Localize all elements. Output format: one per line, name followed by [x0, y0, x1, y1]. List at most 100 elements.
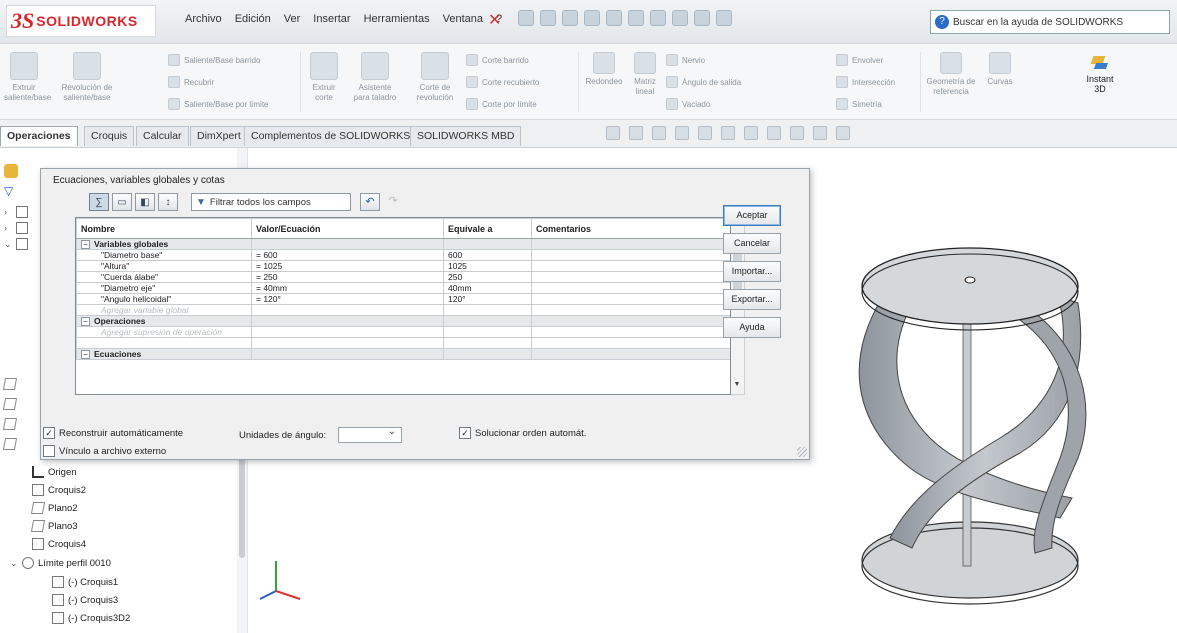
tab-croquis[interactable]: Croquis — [84, 126, 135, 146]
ordered-view-button[interactable]: ↕ — [158, 193, 178, 211]
tree-row-2[interactable]: › — [4, 222, 28, 234]
fillet-button[interactable]: Redondeo — [584, 52, 624, 87]
tree-row-3[interactable]: ⌄ — [4, 238, 28, 250]
menu-herramientas[interactable]: Herramientas — [364, 13, 430, 25]
help-button[interactable]: Ayuda — [723, 317, 781, 338]
save-icon[interactable] — [584, 10, 600, 26]
import-button[interactable]: Importar... — [723, 261, 781, 282]
pin-icon[interactable]: ✕ — [488, 10, 501, 30]
hide-show-icon[interactable] — [744, 126, 758, 140]
tree-item-origen[interactable]: Origen — [32, 466, 77, 478]
revolve-boss-button[interactable]: Revolución de saliente/base — [58, 52, 116, 103]
intersect-button[interactable]: Intersección — [836, 76, 895, 88]
collapse-icon[interactable]: − — [81, 350, 90, 359]
tree-item-croquis4[interactable]: Croquis4 — [32, 538, 86, 550]
undo-icon[interactable] — [628, 10, 644, 26]
tree-row-1[interactable]: › — [4, 206, 28, 218]
tab-complementos[interactable]: Complementos de SOLIDWORKS — [244, 126, 418, 146]
comment-cell[interactable] — [531, 271, 730, 283]
sketch-equation-view-button[interactable]: ▭ — [112, 193, 132, 211]
variable-name-cell[interactable]: "Diametro eje" — [76, 282, 252, 294]
equation-view-button[interactable]: ∑ — [89, 193, 109, 211]
external-link-checkbox[interactable] — [43, 445, 55, 457]
table-row[interactable]: "Cuerda álabe" = 250 250 — [76, 271, 730, 283]
tree-item-croquis3[interactable]: (-) Croquis3 — [52, 594, 118, 606]
file-properties-icon[interactable] — [694, 10, 710, 26]
tree-row-5[interactable] — [2, 398, 18, 410]
section-global-variables[interactable]: − Variables globales — [76, 238, 730, 250]
zoom-area-icon[interactable] — [629, 126, 643, 140]
table-row[interactable]: "Angulo helicoidal" = 120° 120° — [76, 293, 730, 305]
value-cell[interactable]: = 600 — [251, 249, 444, 261]
tree-item-plano2[interactable]: Plano2 — [30, 502, 78, 514]
options-icon[interactable] — [716, 10, 732, 26]
filter-tree-icon[interactable]: ▽ — [4, 184, 13, 198]
ok-button[interactable]: Aceptar — [723, 205, 781, 226]
dimension-view-button[interactable]: ◧ — [135, 193, 155, 211]
value-cell[interactable]: = 1025 — [251, 260, 444, 272]
draft-button[interactable]: Ángulo de salida — [666, 76, 741, 88]
tree-item-croquis3d2[interactable]: (-) Croquis3D2 — [52, 612, 130, 624]
add-global-variable-row[interactable]: Agregar variable global — [76, 304, 730, 316]
section-equations[interactable]: − Ecuaciones — [76, 348, 730, 360]
add-suppression-cell[interactable]: Agregar supresión de operación — [76, 326, 252, 338]
comment-cell[interactable] — [531, 260, 730, 272]
menu-edicion[interactable]: Edición — [235, 13, 271, 25]
tree-item-plano3[interactable]: Plano3 — [30, 520, 78, 532]
feature-manager-icon[interactable] — [4, 164, 18, 178]
display-style-icon[interactable] — [721, 126, 735, 140]
menu-insertar[interactable]: Insertar — [313, 13, 350, 25]
collapse-icon[interactable]: − — [81, 317, 90, 326]
auto-rebuild-checkbox[interactable]: ✓ — [43, 427, 55, 439]
help-search-input[interactable]: ? Buscar en la ayuda de SOLIDWORKS — [930, 10, 1170, 34]
print-icon[interactable] — [606, 10, 622, 26]
hole-wizard-button[interactable]: Asistente para taladro — [350, 52, 400, 103]
tree-row-7[interactable] — [2, 438, 18, 450]
rebuild-icon[interactable] — [672, 10, 688, 26]
linear-pattern-button[interactable]: Matriz lineal — [628, 52, 662, 97]
angle-units-select[interactable] — [338, 426, 403, 443]
value-cell[interactable]: = 250 — [251, 271, 444, 283]
open-icon[interactable] — [562, 10, 578, 26]
rib-button[interactable]: Nervio — [666, 54, 705, 66]
comment-cell[interactable] — [531, 282, 730, 294]
tree-item-croquis1[interactable]: (-) Croquis1 — [52, 576, 118, 588]
value-cell[interactable]: = 120° — [251, 293, 444, 305]
variable-name-cell[interactable]: "Diametro base" — [76, 249, 252, 261]
edit-appearance-icon[interactable] — [767, 126, 781, 140]
curves-button[interactable]: Curvas — [980, 52, 1020, 87]
undo-button[interactable]: ↶ — [360, 193, 380, 211]
table-row[interactable]: "Diametro eje" = 40mm 40mm — [76, 282, 730, 294]
scroll-down-icon[interactable]: ▼ — [731, 381, 743, 393]
menu-archivo[interactable]: Archivo — [185, 13, 222, 25]
zoom-to-fit-icon[interactable] — [606, 126, 620, 140]
wrap-button[interactable]: Envolver — [836, 54, 883, 66]
display-pane-icon[interactable] — [836, 126, 850, 140]
lofted-cut-button[interactable]: Corte recubierto — [466, 76, 539, 88]
revolved-cut-button[interactable]: Corte de revolución — [412, 52, 458, 103]
auto-solve-order-option[interactable]: ✓ Solucionar orden automát. — [459, 427, 586, 439]
extrude-boss-button[interactable]: Extruir saliente/base — [4, 52, 51, 103]
mirror-button[interactable]: Simetría — [836, 98, 882, 110]
select-icon[interactable] — [650, 10, 666, 26]
solidworks-logo[interactable]: 3S SOLIDWORKS — [6, 5, 156, 37]
variable-name-cell[interactable]: "Angulo helicoidal" — [76, 293, 252, 305]
new-document-icon[interactable] — [540, 10, 556, 26]
home-icon[interactable] — [518, 10, 534, 26]
comment-cell[interactable] — [531, 293, 730, 305]
view-orientation-icon[interactable] — [698, 126, 712, 140]
tab-operaciones[interactable]: Operaciones — [0, 126, 78, 146]
cancel-button[interactable]: Cancelar — [723, 233, 781, 254]
swept-cut-button[interactable]: Corte barrido — [466, 54, 529, 66]
column-header-valor[interactable]: Valor/Ecuación — [251, 218, 444, 239]
filter-all-fields-input[interactable]: ▼ Filtrar todos los campos — [191, 193, 351, 211]
resize-grip[interactable] — [797, 447, 807, 457]
tab-solidworks-mbd[interactable]: SOLIDWORKS MBD — [410, 126, 522, 146]
view-settings-icon[interactable] — [813, 126, 827, 140]
tree-row-6[interactable] — [2, 418, 18, 430]
loft-button[interactable]: Recubrir — [168, 76, 214, 88]
shell-button[interactable]: Vaciado — [666, 98, 710, 110]
column-header-equivale[interactable]: Equivale a — [443, 218, 532, 239]
auto-rebuild-option[interactable]: ✓ Reconstruir automáticamente — [43, 427, 183, 439]
add-suppression-row[interactable]: Agregar supresión de operación — [76, 326, 730, 338]
